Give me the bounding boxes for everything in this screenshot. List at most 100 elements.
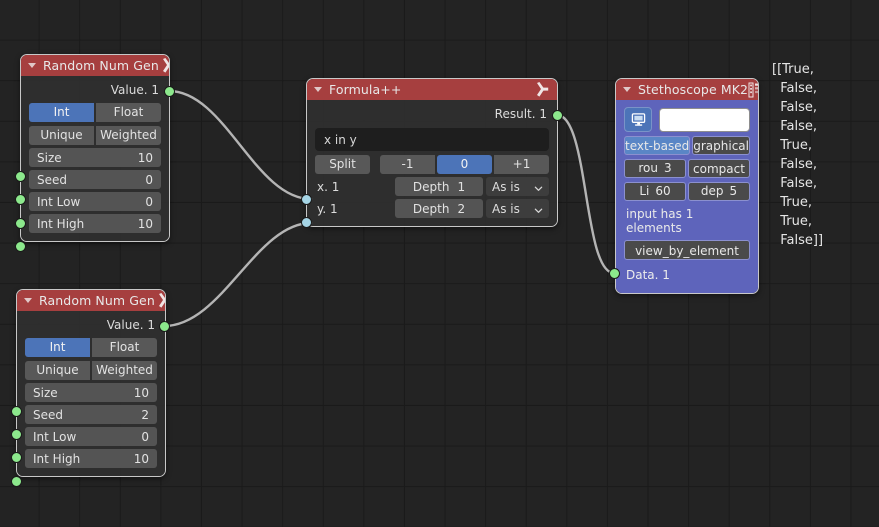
chevron-down-icon [534, 204, 543, 213]
split-button[interactable]: Split [315, 155, 370, 174]
mode-value: As is [492, 179, 520, 194]
socket-in-int-high-random2[interactable] [11, 476, 22, 487]
type-button-group[interactable]: Int Float [29, 103, 161, 122]
int-button[interactable]: Int [25, 338, 90, 357]
unique-button[interactable]: Unique [29, 126, 94, 145]
depth-limit-field[interactable]: dep 5 [688, 182, 750, 201]
node-editor-canvas[interactable]: Random Num Gen Value. 1 Int Float Unique… [0, 0, 879, 527]
property-value: 10 [133, 451, 149, 466]
node-title: Random Num Gen [43, 58, 159, 73]
depth-label: Depth [412, 201, 450, 216]
node-body: Value. 1 Int Float Unique Weighted Size … [21, 76, 169, 241]
property-size[interactable]: Size 10 [29, 148, 161, 167]
stethoscope-top-row [624, 107, 750, 132]
input-row-y: y. 1 Depth 2 As is [315, 199, 549, 218]
view-by-element-button[interactable]: view_by_element [624, 240, 750, 260]
link-random1-to-formula-x [167, 89, 313, 201]
node-body: Value. 1 Int Float Unique Weighted Size … [17, 311, 165, 476]
output-row-result: Result. 1 [315, 104, 549, 123]
property-label: Int Low [33, 429, 77, 444]
property-int-high[interactable]: Int High 10 [29, 214, 161, 233]
node-title: Random Num Gen [39, 293, 155, 308]
property-value: 0 [145, 172, 153, 187]
property-value: 10 [133, 385, 149, 400]
rounding-field[interactable]: rou 3 [624, 159, 686, 178]
property-size[interactable]: Size 10 [25, 383, 157, 402]
socket-in-size-random1[interactable] [15, 171, 26, 182]
node-random-num-gen-1[interactable]: Random Num Gen Value. 1 Int Float Unique… [20, 54, 170, 242]
line-limit-label: Li [639, 184, 650, 198]
depth-field-y[interactable]: Depth 2 [395, 199, 483, 218]
triangle-down-icon[interactable] [314, 87, 322, 92]
line-limit-value: 60 [655, 184, 671, 198]
property-int-low[interactable]: Int Low 0 [25, 427, 157, 446]
offset-plus-one-button[interactable]: +1 [494, 155, 549, 174]
node-stethoscope-mk2[interactable]: Stethoscope MK2 text-based graphical rou… [615, 78, 759, 294]
depth-limit-label: dep [700, 184, 724, 198]
node-header[interactable]: Stethoscope MK2 [616, 79, 758, 100]
socket-in-int-low-random2[interactable] [11, 452, 22, 463]
input-socket-label-y: y. 1 [317, 201, 338, 216]
socket-in-x-formula[interactable] [301, 194, 312, 205]
mode-button-group[interactable]: Unique Weighted [29, 126, 161, 145]
compact-button[interactable]: compact [688, 159, 750, 178]
output-row-value: Value. 1 [29, 80, 161, 99]
int-button[interactable]: Int [29, 103, 94, 122]
formula-expression-input[interactable]: x in y [315, 128, 549, 151]
input-row-x: x. 1 Depth 1 As is [315, 177, 549, 196]
monitor-icon [631, 113, 645, 126]
socket-in-size-random2[interactable] [11, 406, 22, 417]
triangle-down-icon[interactable] [623, 87, 631, 92]
link-random2-to-formula-y [162, 221, 313, 328]
limit-row[interactable]: Li 60 dep 5 [624, 182, 750, 201]
socket-in-y-formula[interactable] [301, 217, 312, 228]
socket-in-seed-random2[interactable] [11, 429, 22, 440]
socket-out-value-random1[interactable] [164, 86, 175, 97]
socket-out-result-formula[interactable] [552, 110, 563, 121]
offset-zero-button[interactable]: 0 [437, 155, 492, 174]
triangle-down-icon[interactable] [28, 63, 36, 68]
node-formula-plusplus[interactable]: Formula++ Result. 1 x in y Split -1 0 +1 [306, 78, 558, 227]
graphical-button[interactable]: graphical [692, 136, 750, 155]
unique-button[interactable]: Unique [25, 361, 90, 380]
input-socket-label-x: x. 1 [317, 179, 340, 194]
view-mode-button-group[interactable]: text-based graphical [624, 136, 750, 155]
monitor-icon-button[interactable] [624, 107, 652, 132]
property-value: 2 [141, 407, 149, 422]
mode-dropdown-x[interactable]: As is [486, 177, 549, 196]
node-header[interactable]: Formula++ [307, 79, 557, 100]
node-header[interactable]: Random Num Gen [21, 55, 169, 76]
chevron-down-icon [534, 182, 543, 191]
text-based-button[interactable]: text-based [624, 136, 691, 155]
property-seed[interactable]: Seed 0 [29, 170, 161, 189]
line-limit-field[interactable]: Li 60 [624, 182, 686, 201]
node-random-num-gen-2[interactable]: Random Num Gen Value. 1 Int Float Unique… [16, 289, 166, 477]
float-button[interactable]: Float [92, 338, 157, 357]
socket-out-value-random2[interactable] [159, 321, 170, 332]
color-swatch-field[interactable] [659, 107, 750, 132]
node-title: Stethoscope MK2 [638, 82, 749, 97]
armature-icon [159, 57, 169, 74]
offset-minus-one-button[interactable]: -1 [380, 155, 435, 174]
rounding-row[interactable]: rou 3 compact [624, 159, 750, 178]
weighted-button[interactable]: Weighted [96, 126, 161, 145]
property-label: Int High [37, 216, 85, 231]
socket-in-int-low-random1[interactable] [15, 218, 26, 229]
float-button[interactable]: Float [96, 103, 161, 122]
mode-dropdown-y[interactable]: As is [486, 199, 549, 218]
socket-in-seed-random1[interactable] [15, 194, 26, 205]
triangle-down-icon[interactable] [24, 298, 32, 303]
depth-field-x[interactable]: Depth 1 [395, 177, 483, 196]
property-label: Int High [33, 451, 81, 466]
formula-controls-row[interactable]: Split -1 0 +1 [315, 155, 549, 174]
socket-in-int-high-random1[interactable] [15, 241, 26, 252]
weighted-button[interactable]: Weighted [92, 361, 157, 380]
property-seed[interactable]: Seed 2 [25, 405, 157, 424]
mode-button-group[interactable]: Unique Weighted [25, 361, 157, 380]
type-button-group[interactable]: Int Float [25, 338, 157, 357]
socket-in-data-stethoscope[interactable] [609, 268, 620, 279]
property-int-low[interactable]: Int Low 0 [29, 192, 161, 211]
node-header[interactable]: Random Num Gen [17, 290, 165, 311]
property-int-high[interactable]: Int High 10 [25, 449, 157, 468]
